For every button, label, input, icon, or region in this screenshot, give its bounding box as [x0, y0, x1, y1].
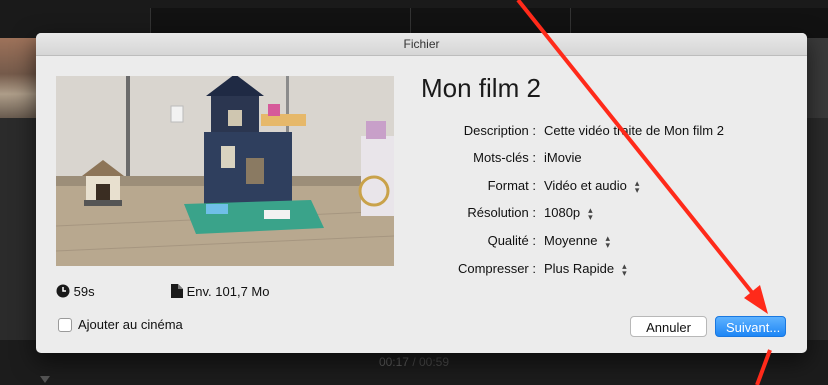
compress-select[interactable]: Plus Rapide ▴ ▾ — [544, 261, 627, 277]
clock-icon — [56, 284, 70, 301]
duration-info: 59s — [56, 284, 95, 301]
playback-time: 00:17 / 00:59 — [0, 355, 828, 369]
description-label: Description : — [463, 123, 536, 138]
resolution-label: Résolution : — [467, 205, 536, 220]
updown-chevron-icon: ▴ ▾ — [588, 204, 593, 222]
next-button[interactable]: Suivant... — [715, 316, 786, 337]
total-time: 00:59 — [419, 355, 450, 369]
updown-chevron-icon: ▴ ▾ — [622, 260, 627, 278]
format-label: Format : — [487, 178, 536, 193]
format-select[interactable]: Vidéo et audio ▴ ▾ — [544, 178, 639, 194]
compress-label: Compresser : — [457, 261, 536, 276]
updown-chevron-icon: ▴ ▾ — [605, 232, 611, 250]
compress-value: Plus Rapide — [544, 261, 615, 276]
quality-select[interactable]: Moyenne ▴ ▾ — [544, 233, 610, 249]
file-size-value: Env. 101,7 Mo — [186, 284, 270, 299]
movie-title[interactable]: Mon film 2 — [421, 73, 541, 104]
dialog-title: Fichier — [36, 33, 807, 56]
time-separator: / — [408, 355, 419, 369]
playhead-icon[interactable] — [40, 376, 50, 383]
resolution-value: 1080p — [544, 205, 581, 220]
document-icon — [171, 284, 183, 301]
description-field[interactable]: Cette vidéo traite de Mon film 2 — [544, 123, 724, 138]
share-file-dialog: Fichier 59s Env. 101,7 Mo Mon film 2 Des… — [36, 33, 807, 353]
size-info: Env. 101,7 Mo — [171, 284, 270, 301]
format-value: Vidéo et audio — [544, 178, 627, 193]
add-to-theater-label[interactable]: Ajouter au cinéma — [78, 317, 183, 332]
keywords-field[interactable]: iMovie — [544, 150, 582, 165]
duration-value: 59s — [73, 284, 95, 299]
quality-label: Qualité : — [487, 233, 536, 248]
cancel-button[interactable]: Annuler — [630, 316, 707, 337]
add-to-theater-checkbox[interactable] — [58, 318, 72, 332]
keywords-label: Mots-clés : — [473, 150, 536, 165]
project-thumbnail — [0, 38, 36, 118]
resolution-select[interactable]: 1080p ▴ ▾ — [544, 205, 593, 221]
updown-chevron-icon: ▴ ▾ — [634, 177, 640, 195]
current-time: 00:17 — [378, 355, 409, 369]
side-panel — [806, 38, 828, 118]
quality-value: Moyenne — [544, 233, 598, 248]
